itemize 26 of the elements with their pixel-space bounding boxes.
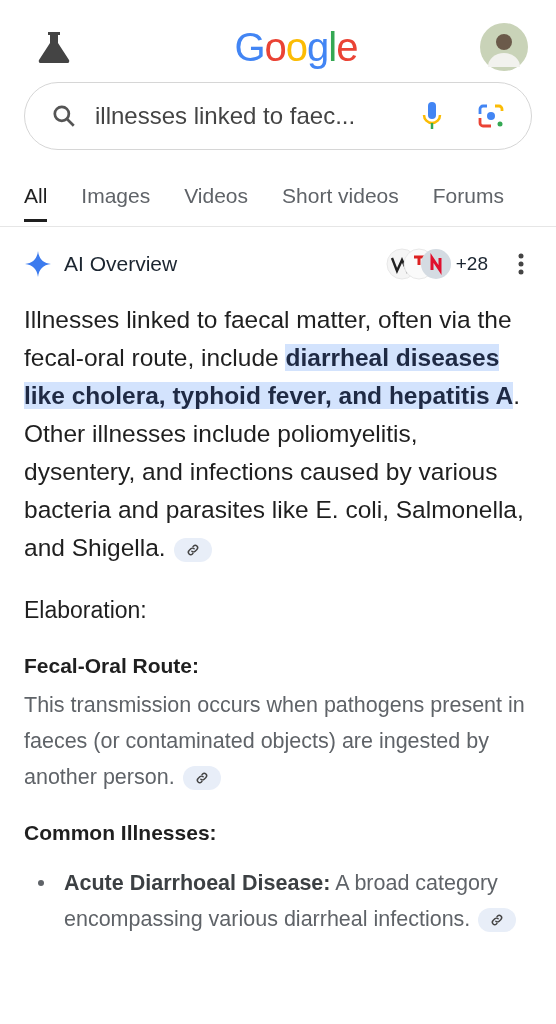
search-tab[interactable]: Videos: [184, 179, 249, 222]
source-count[interactable]: +28: [455, 249, 488, 279]
search-tab[interactable]: Forums: [432, 179, 504, 222]
link-icon[interactable]: [478, 907, 517, 932]
link-icon[interactable]: [182, 766, 221, 791]
flask-icon[interactable]: [36, 30, 72, 64]
source-icons[interactable]: [385, 248, 452, 280]
elaboration-heading: Elaboration:: [24, 596, 148, 625]
search-query: illnesses linked to faec...: [95, 101, 357, 131]
search-tab[interactable]: Images: [81, 179, 151, 222]
avatar-icon[interactable]: [480, 23, 528, 71]
section-title: Fecal-Oral Route:: [24, 652, 201, 679]
google-logo: Google: [234, 24, 358, 71]
link-icon[interactable]: [173, 537, 212, 562]
section-text: This transmission occurs when pathogens present in faeces (or contaminated objects) are ingested by another person.: [24, 692, 526, 793]
ai-overview-title: AI Overview: [64, 251, 178, 278]
bullet-icon: [38, 879, 44, 886]
overview-summary: Illnesses linked to faecal matter, often via the fecal-oral route, include diarrheal diseases like cholera, typhoid fever, and hepatitis A. Other illnesses include poliomyelitis, dysentery, and infections caused by various bacteria and parasites like E. coli, Salmonella, and Shigella.: [24, 305, 525, 564]
search-tab[interactable]: All: [24, 179, 48, 222]
more-options-icon[interactable]: [518, 253, 524, 275]
section-title: Common Illnesses:: [24, 820, 218, 846]
list-item-text: Acute Diarrhoeal Disease: A broad category encompassing various diarrheal infections.: [64, 864, 532, 937]
camera-icon[interactable]: [477, 102, 505, 130]
search-icon: [51, 103, 77, 129]
microphone-icon[interactable]: [421, 101, 443, 131]
search-tab[interactable]: Short videos: [282, 179, 399, 222]
